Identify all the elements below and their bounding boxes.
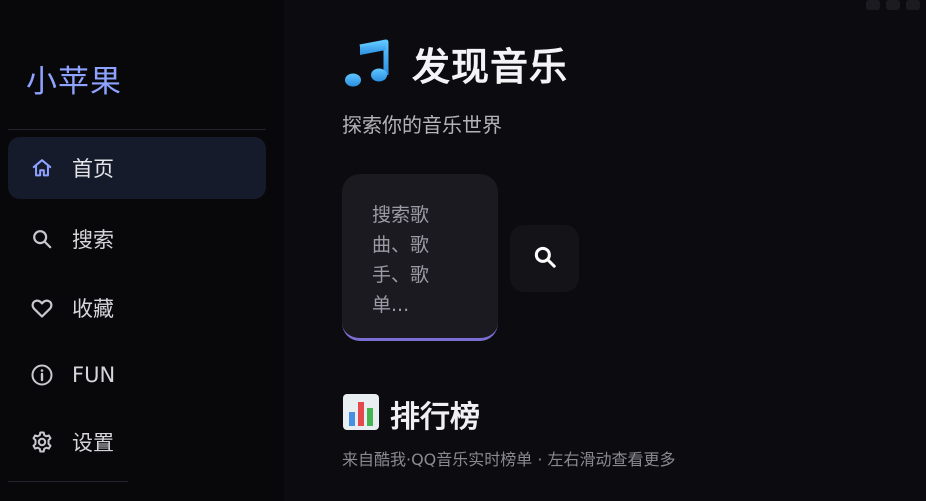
heart-icon <box>30 296 54 320</box>
app-root: 小苹果 首页 搜索 收藏 FUN 设置 发现音乐 探索你的音乐世界 搜索歌曲、歌… <box>0 0 926 501</box>
sidebar-divider-bottom <box>8 481 128 482</box>
sidebar-divider-top <box>8 129 266 130</box>
sidebar-item-label: 首页 <box>72 157 114 181</box>
section-title-text: 排行榜 <box>390 400 480 435</box>
sidebar-item-label: 设置 <box>72 431 114 455</box>
main-content: 发现音乐 探索你的音乐世界 搜索歌曲、歌手、歌单... 排行榜 来自酷我·QQ音… <box>284 0 926 501</box>
search-input[interactable]: 搜索歌曲、歌手、歌单... <box>342 174 498 341</box>
info-icon <box>30 363 54 387</box>
sidebar-item-fun[interactable]: FUN <box>8 344 266 406</box>
search-placeholder: 搜索歌曲、歌手、歌单... <box>372 204 430 316</box>
section-subtitle: 来自酷我·QQ音乐实时榜单 · 左右滑动查看更多 <box>342 450 676 469</box>
sidebar-item-label: FUN <box>72 363 116 387</box>
sidebar-item-favorites[interactable]: 收藏 <box>8 277 266 339</box>
window-corner-decoration <box>866 0 920 10</box>
music-note-icon <box>342 39 392 89</box>
bar-chart-icon <box>342 393 380 435</box>
search-icon <box>532 244 558 274</box>
sidebar-item-home[interactable]: 首页 <box>8 137 266 199</box>
app-logo-text: 小苹果 <box>26 64 122 100</box>
sidebar-item-search[interactable]: 搜索 <box>8 208 266 270</box>
search-icon <box>30 227 54 251</box>
page-title: 发现音乐 <box>342 36 568 91</box>
page-title-text: 发现音乐 <box>412 45 569 89</box>
home-icon <box>30 156 54 180</box>
sidebar-item-settings[interactable]: 设置 <box>8 411 266 473</box>
section-title: 排行榜 <box>342 392 480 436</box>
sidebar-item-label: 搜索 <box>72 228 114 252</box>
sidebar-item-label: 收藏 <box>72 297 114 321</box>
sidebar: 小苹果 首页 搜索 收藏 FUN 设置 <box>0 0 284 501</box>
page-subtitle: 探索你的音乐世界 <box>342 113 502 137</box>
gear-icon <box>30 430 54 454</box>
search-button[interactable] <box>510 225 579 292</box>
